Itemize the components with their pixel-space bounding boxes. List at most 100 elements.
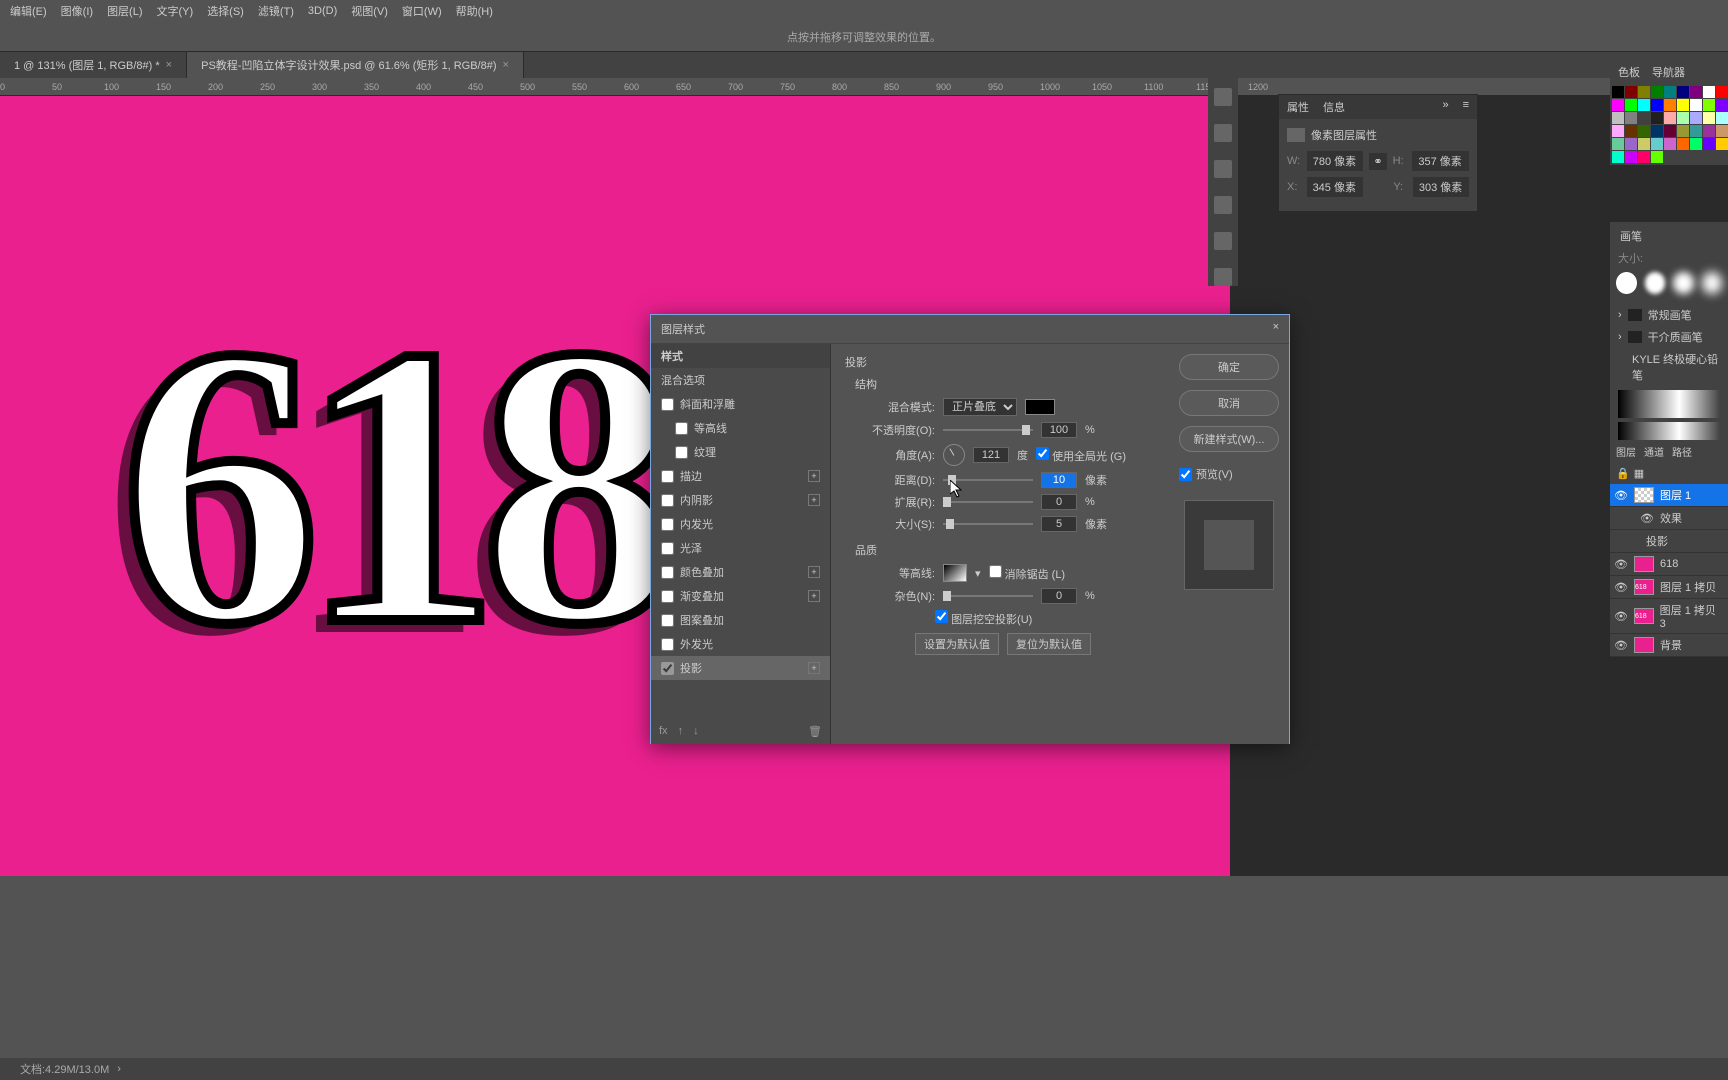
style-光泽[interactable]: 光泽 [651,536,830,560]
filter-icon[interactable]: ▦ [1634,467,1644,480]
swatch[interactable] [1625,125,1637,137]
swatch[interactable] [1625,112,1637,124]
dock-icon[interactable] [1214,124,1232,142]
main-menubar[interactable]: 编辑(E) 图像(I) 图层(L) 文字(Y) 选择(S) 滤镜(T) 3D(D… [0,0,1728,22]
properties-panel[interactable]: 属性 信息 » ≡ 像素图层属性 W: 780 像素 ⚭ H: 357 像素 X… [1278,94,1478,212]
antialias-checkbox[interactable]: 消除锯齿 (L) [989,565,1066,582]
menu-type[interactable]: 文字(Y) [157,3,194,19]
menu-help[interactable]: 帮助(H) [456,3,493,19]
add-icon[interactable]: + [808,662,820,674]
layer-row[interactable]: 👁618图层 1 拷贝 [1610,576,1728,599]
style-footer[interactable]: fx ↑ ↓ 🗑 [651,719,830,744]
fx-icon[interactable]: fx [659,725,668,738]
eye-icon[interactable]: 👁 [1614,610,1628,623]
swatch[interactable] [1690,125,1702,137]
swatch[interactable] [1677,99,1689,111]
opacity-slider[interactable] [943,429,1033,431]
blend-mode-select[interactable]: 正片叠底 [943,398,1017,416]
chevron-right-icon[interactable]: › [117,1063,121,1075]
swatch[interactable] [1612,112,1624,124]
brush-preset-1[interactable] [1616,272,1637,294]
eye-icon[interactable]: 👁 [1614,581,1628,594]
dock-icon[interactable] [1214,268,1232,286]
swatch[interactable] [1716,112,1728,124]
layer-row[interactable]: 👁图层 1 [1610,484,1728,507]
collapse-icon[interactable]: » [1442,99,1448,115]
brush-presets[interactable] [1610,266,1728,300]
tab-navigator[interactable]: 导航器 [1652,64,1685,80]
blend-options[interactable]: 混合选项 [651,368,830,392]
x-value[interactable]: 345 像素 [1307,177,1363,197]
angle-dial[interactable] [943,444,965,466]
dropdown-icon[interactable]: ▾ [975,567,981,580]
swatch[interactable] [1664,138,1676,150]
style-渐变叠加[interactable]: 渐变叠加+ [651,584,830,608]
link-icon[interactable]: ⚭ [1369,153,1386,170]
swatch[interactable] [1625,86,1637,98]
swatch[interactable] [1612,125,1624,137]
brush-preset-2[interactable] [1645,272,1666,294]
menu-view[interactable]: 视图(V) [351,3,388,19]
spread-input[interactable] [1041,494,1077,510]
swatch[interactable] [1690,112,1702,124]
height-value[interactable]: 357 像素 [1412,151,1469,171]
set-default-button[interactable]: 设置为默认值 [915,633,999,655]
swatch[interactable] [1716,125,1728,137]
swatches-grid[interactable] [1610,84,1728,165]
swatch[interactable] [1664,112,1676,124]
swatch[interactable] [1703,99,1715,111]
swatch[interactable] [1612,99,1624,111]
tab-properties[interactable]: 属性 [1287,99,1309,115]
brush-folder-2[interactable]: ›干介质画笔 [1618,326,1720,348]
size-input[interactable] [1041,516,1077,532]
contour-picker[interactable] [943,564,967,582]
style-list[interactable]: 样式 混合选项 斜面和浮雕 等高线 纹理 描边+ 内阴影+ 内发光 光泽 颜色叠… [651,344,831,744]
swatch[interactable] [1638,86,1650,98]
close-icon[interactable]: × [1273,321,1279,337]
spread-slider[interactable] [943,501,1033,503]
brush-folder-1[interactable]: ›常规画笔 [1618,304,1720,326]
swatch[interactable] [1664,99,1676,111]
swatch[interactable] [1625,138,1637,150]
layer-row[interactable]: 👁背景 [1610,634,1728,657]
swatch[interactable] [1664,86,1676,98]
swatch[interactable] [1716,86,1728,98]
ok-button[interactable]: 确定 [1179,354,1279,380]
swatch[interactable] [1651,151,1663,163]
tab-swatches[interactable]: 色板 [1618,64,1640,80]
menu-filter[interactable]: 滤镜(T) [258,3,294,19]
style-等高线[interactable]: 等高线 [651,416,830,440]
eye-icon[interactable]: 👁 [1640,512,1654,525]
preview-checkbox[interactable]: 预览(V) [1179,466,1279,482]
swatch[interactable] [1612,86,1624,98]
layers-panel[interactable]: 图层 通道 路径 🔒 ▦ 👁图层 1👁效果投影👁618👁618图层 1 拷贝👁6… [1610,440,1728,657]
swatch[interactable] [1716,138,1728,150]
swatch[interactable] [1625,99,1637,111]
swatch[interactable] [1638,112,1650,124]
add-icon[interactable]: + [808,494,820,506]
add-icon[interactable]: + [808,566,820,578]
add-icon[interactable]: + [808,590,820,602]
tab-channels[interactable]: 通道 [1644,444,1664,459]
size-slider[interactable] [943,523,1033,525]
swatch[interactable] [1651,112,1663,124]
dock-icon[interactable] [1214,196,1232,214]
swatch[interactable] [1651,125,1663,137]
layer-style-dialog[interactable]: 图层样式 × 样式 混合选项 斜面和浮雕 等高线 纹理 描边+ 内阴影+ 内发光… [650,314,1290,744]
distance-slider[interactable] [943,479,1033,481]
swatch[interactable] [1651,86,1663,98]
swatch[interactable] [1625,151,1637,163]
style-投影[interactable]: 投影+ [651,656,830,680]
layer-row[interactable]: 👁效果 [1610,507,1728,530]
swatch[interactable] [1677,138,1689,150]
layer-row[interactable]: 投影 [1610,530,1728,553]
lock-icon[interactable]: 🔒 [1616,467,1630,480]
y-value[interactable]: 303 像素 [1413,177,1469,197]
swatch[interactable] [1703,86,1715,98]
swatch[interactable] [1651,138,1663,150]
menu-layer[interactable]: 图层(L) [107,3,142,19]
swatch[interactable] [1703,112,1715,124]
brush-preset-4[interactable] [1702,272,1723,294]
brush-panel[interactable]: 画笔 大小: ›常规画笔 ›干介质画笔 KYLE 终极硬心铅笔 [1610,222,1728,454]
global-light-checkbox[interactable]: 使用全局光 (G) [1036,447,1126,464]
